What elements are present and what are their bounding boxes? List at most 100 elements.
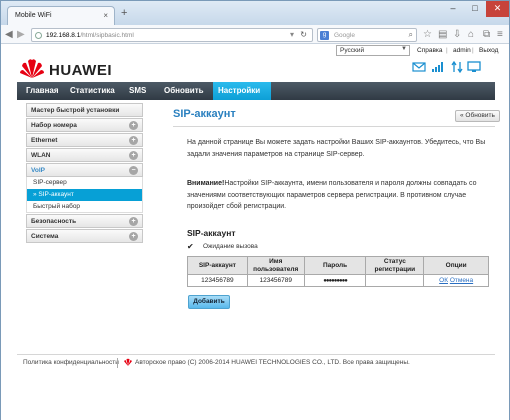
sidebar-item-label: Безопасность: [31, 218, 77, 225]
sidebar-item-voip[interactable]: VoIP −: [26, 163, 143, 177]
back-icon[interactable]: ◀: [5, 28, 13, 41]
browser-tab[interactable]: Mobile WiFi ×: [7, 6, 115, 25]
search-icon[interactable]: ⌕: [409, 30, 413, 40]
copyright-text: Авторское право (C) 2006-2014 HUAWEI TEC…: [135, 359, 410, 366]
divider: [173, 126, 495, 127]
sidebar-item-quick-setup[interactable]: Мастер быстрой установки: [26, 103, 143, 117]
address-bar[interactable]: 192.168.8.1/html/sipbasic.html ▾ ↻: [31, 28, 313, 42]
brand-name: HUAWEI: [49, 62, 112, 79]
sidebar-item-label: WLAN: [31, 152, 51, 159]
divider: [117, 358, 118, 368]
cancel-link[interactable]: Отмена: [450, 277, 473, 284]
tab-strip: Mobile WiFi × + – □ ✕: [1, 1, 509, 25]
collapse-icon[interactable]: −: [129, 166, 138, 175]
intro-text: На данной странице Вы можете задать наст…: [187, 139, 486, 158]
divider: |: [446, 47, 448, 54]
huawei-flower-icon: [20, 59, 44, 78]
forward-icon[interactable]: ▶: [17, 28, 25, 41]
edit-link[interactable]: ОК: [439, 277, 448, 284]
search-placeholder: Google: [334, 32, 355, 39]
sidebar-item-system[interactable]: Система +: [26, 229, 143, 243]
sidebar-item-security[interactable]: Безопасность +: [26, 214, 143, 228]
menu-statistics[interactable]: Статистика: [65, 82, 120, 100]
sidebar-item-ethernet[interactable]: Ethernet +: [26, 133, 143, 147]
cell-password: ●●●●●●●●●: [303, 274, 367, 287]
help-link[interactable]: Справка: [417, 47, 443, 54]
reload-icon[interactable]: ↻: [300, 30, 307, 39]
page-title: SIP-аккаунт: [173, 108, 236, 120]
language-select[interactable]: Русский ▼: [336, 45, 410, 56]
column-header: SIP-аккаунт: [187, 256, 248, 275]
connected-device-icon: [467, 61, 481, 72]
add-button[interactable]: Добавить: [188, 295, 230, 309]
expand-icon[interactable]: +: [129, 151, 138, 160]
url-path: /html/sipbasic.html: [80, 32, 134, 39]
menu-settings[interactable]: Настройки: [213, 82, 271, 100]
section-title: SIP-аккаунт: [187, 228, 236, 238]
column-header: Опции: [423, 256, 489, 275]
menu-icon[interactable]: ≡: [497, 28, 503, 41]
user-name: admin: [453, 47, 471, 54]
sidebar-item-dialup[interactable]: Набор номера +: [26, 118, 143, 132]
warning-text: Внимание!Настройки SIP-аккаунта, имени п…: [187, 178, 487, 213]
refresh-button[interactable]: « Обновить: [455, 110, 500, 122]
tab-title: Mobile WiFi: [15, 12, 52, 19]
sidebar-item-label: VoIP: [31, 167, 45, 174]
sidebar-item-label: Система: [31, 233, 59, 240]
sidebar-subitem-sip-server[interactable]: SIP-сервер: [26, 177, 143, 189]
column-header: Статус регистрации: [365, 256, 425, 275]
new-tab-button[interactable]: +: [121, 8, 127, 19]
cell-options: ОК Отмена: [423, 274, 489, 287]
share-icon[interactable]: ⧉: [483, 28, 490, 41]
signal-strength-icon: [432, 62, 443, 72]
huawei-logo: HUAWEI: [19, 58, 143, 84]
refresh-label: Обновить: [465, 112, 495, 119]
column-header: Пароль: [303, 256, 367, 275]
huawei-small-logo-icon: [124, 358, 132, 366]
expand-icon[interactable]: +: [129, 232, 138, 241]
minimize-button[interactable]: –: [442, 1, 464, 17]
menu-sms[interactable]: SMS: [124, 82, 151, 100]
menu-home[interactable]: Главная: [21, 82, 64, 100]
sip-account-table: SIP-аккаунт Имя пользователя Пароль Стат…: [187, 256, 489, 287]
downloads-icon[interactable]: ⇩: [453, 28, 461, 41]
cell-account: 123456789: [187, 274, 248, 287]
main-menu: Главная Статистика SMS Обновить Настройк…: [17, 82, 495, 100]
sidebar: Мастер быстрой установки Набор номера + E…: [26, 103, 143, 244]
browser-window: Mobile WiFi × + – □ ✕ ◀ ▶ 192.168.8.1/ht…: [0, 0, 510, 420]
sidebar-item-label: Ethernet: [31, 137, 58, 144]
bookmarks-icon[interactable]: ▤: [438, 28, 447, 41]
language-value: Русский: [340, 47, 365, 54]
bookmark-star-icon[interactable]: ☆: [423, 28, 432, 41]
sidebar-subitem-speed-dial[interactable]: Быстрый набор: [26, 201, 143, 213]
close-window-button[interactable]: ✕: [486, 1, 509, 17]
expand-icon[interactable]: +: [129, 136, 138, 145]
divider: |: [472, 47, 474, 54]
sidebar-subitem-sip-account[interactable]: » SIP-аккаунт: [26, 189, 143, 201]
column-header: Имя пользователя: [246, 256, 305, 275]
data-transfer-icon: [451, 61, 463, 73]
expand-icon[interactable]: +: [129, 121, 138, 130]
call-waiting-label: Ожидание вызова: [203, 243, 258, 250]
sidebar-item-wlan[interactable]: WLAN +: [26, 148, 143, 162]
chevron-down-icon: ▼: [401, 46, 407, 52]
sms-envelope-icon[interactable]: [412, 61, 426, 73]
expand-icon[interactable]: +: [129, 217, 138, 226]
logout-link[interactable]: Выход: [479, 47, 498, 54]
call-waiting-checkbox[interactable]: ✔: [187, 243, 195, 251]
warning-body: Настройки SIP-аккаунта, имени пользовате…: [187, 180, 477, 210]
sidebar-item-label: Мастер быстрой установки: [31, 107, 120, 114]
dropdown-arrow-icon[interactable]: ▾: [290, 30, 294, 39]
menu-update[interactable]: Обновить: [159, 82, 209, 100]
home-icon[interactable]: ⌂: [468, 28, 474, 41]
cell-status: [365, 274, 425, 287]
search-box[interactable]: g Google ⌕: [317, 28, 417, 42]
search-engine-icon[interactable]: g: [320, 31, 329, 40]
router-page: Русский ▼ Справка | admin | Выход HUAWEI: [1, 44, 509, 420]
footer-divider: [17, 354, 495, 355]
site-info-icon[interactable]: [35, 32, 42, 39]
privacy-link[interactable]: Политика конфиденциальности: [23, 359, 119, 366]
maximize-button[interactable]: □: [464, 1, 486, 17]
close-tab-icon[interactable]: ×: [103, 11, 108, 20]
url-host: 192.168.8.1: [46, 32, 81, 39]
